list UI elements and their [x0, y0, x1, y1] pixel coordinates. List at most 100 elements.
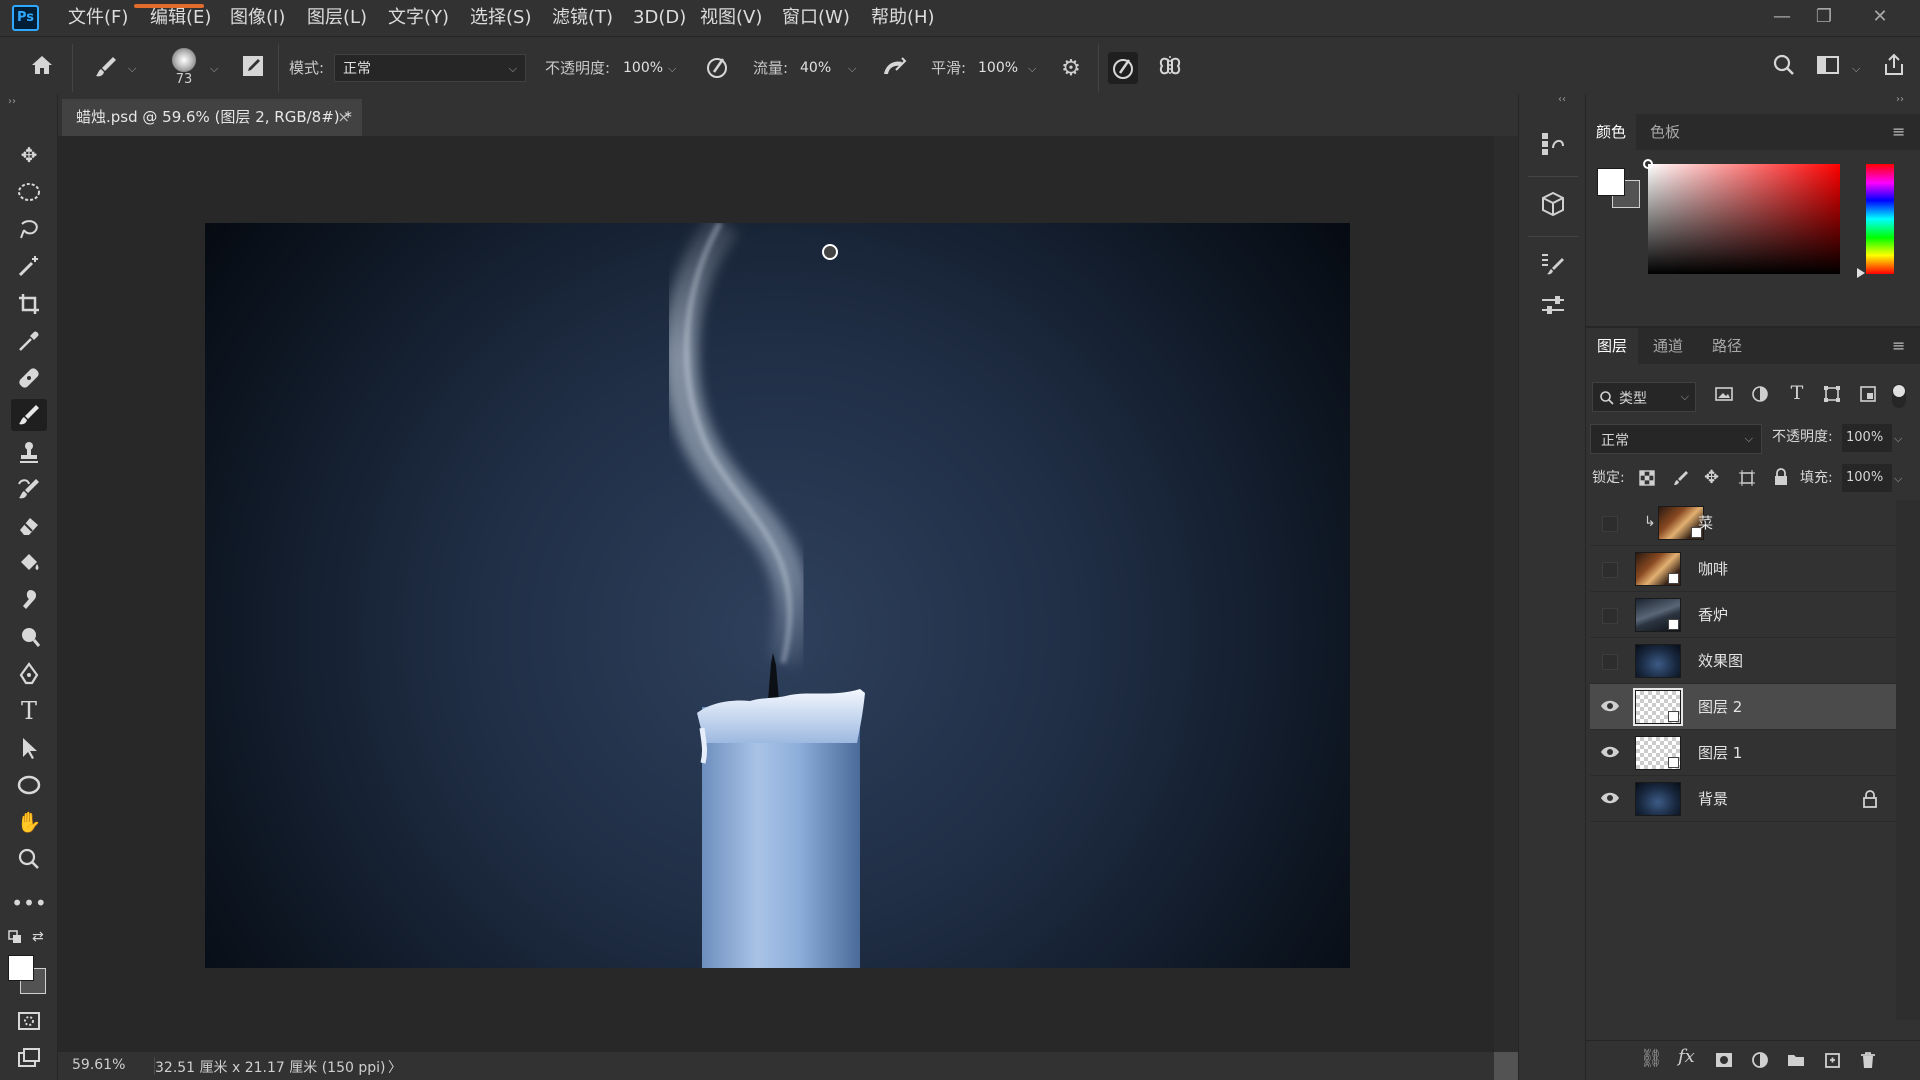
- color-picker-field[interactable]: [1648, 164, 1840, 274]
- swap-colors-icon[interactable]: ⇄: [32, 929, 44, 945]
- share-icon[interactable]: [1878, 52, 1910, 84]
- quick-mask-icon[interactable]: [11, 1005, 47, 1037]
- layer-row[interactable]: 效果图: [1590, 638, 1896, 684]
- layer-name[interactable]: 菜: [1698, 500, 1713, 546]
- menu-filter[interactable]: 滤镜(T): [552, 0, 613, 36]
- move-tool-icon[interactable]: ✥: [11, 139, 47, 171]
- hand-tool-icon[interactable]: ✋: [11, 806, 47, 838]
- layer-row[interactable]: 香炉: [1590, 592, 1896, 638]
- layer-row[interactable]: 图层 2: [1590, 684, 1896, 730]
- brush-presets-panel-icon[interactable]: [1536, 250, 1570, 284]
- menu-file[interactable]: 文件(F): [68, 0, 128, 36]
- zoom-tool-icon[interactable]: [11, 843, 47, 875]
- lock-artboard-icon[interactable]: [1738, 469, 1758, 489]
- filter-shape-layers-icon[interactable]: [1822, 384, 1844, 408]
- screen-mode-icon[interactable]: [11, 1042, 47, 1074]
- filter-toggle[interactable]: [1892, 384, 1906, 408]
- filter-type-layers-icon[interactable]: T: [1786, 382, 1808, 406]
- default-colors-icon[interactable]: [8, 930, 22, 944]
- tab-layers[interactable]: 图层: [1586, 328, 1638, 364]
- home-icon[interactable]: [26, 52, 58, 84]
- ellipse-marquee-tool-icon[interactable]: [11, 176, 47, 208]
- delete-layer-icon[interactable]: [1858, 1050, 1878, 1070]
- close-tab-icon[interactable]: ×: [337, 99, 350, 136]
- lock-image-pixels-icon[interactable]: [1672, 469, 1692, 489]
- lock-all-icon[interactable]: [1772, 468, 1792, 488]
- chevron-down-icon[interactable]: ⌵: [128, 62, 136, 76]
- menu-window[interactable]: 窗口(W): [782, 0, 850, 36]
- pressure-opacity-icon[interactable]: [702, 54, 732, 84]
- hue-slider-handle-icon[interactable]: [1857, 268, 1865, 278]
- vertical-scrollbar[interactable]: [1494, 136, 1518, 1052]
- adjustments-panel-icon[interactable]: [1536, 292, 1570, 326]
- chevron-down-icon[interactable]: ⌵: [1028, 62, 1036, 76]
- menu-image[interactable]: 图像(I): [230, 0, 285, 36]
- symmetry-icon[interactable]: [1154, 52, 1186, 84]
- layer-filter-dropdown[interactable]: 类型 ⌵: [1592, 382, 1696, 412]
- minimize-icon[interactable]: —: [1762, 4, 1802, 30]
- menu-3d[interactable]: 3D(D): [633, 0, 686, 36]
- gear-icon[interactable]: ⚙: [1056, 54, 1086, 84]
- chevron-down-icon[interactable]: ⌵: [1852, 62, 1860, 76]
- collapse-left-icon[interactable]: ‹‹: [1558, 94, 1566, 105]
- hue-slider[interactable]: [1866, 164, 1894, 274]
- chevron-down-icon[interactable]: ⌵: [668, 62, 676, 76]
- status-arrow-icon[interactable]: 〉: [388, 1057, 402, 1077]
- healing-brush-tool-icon[interactable]: [11, 362, 47, 394]
- new-group-icon[interactable]: [1786, 1050, 1806, 1070]
- new-adjustment-layer-icon[interactable]: [1750, 1050, 1770, 1070]
- smudge-tool-icon[interactable]: [11, 584, 47, 616]
- visibility-toggle[interactable]: [1602, 608, 1618, 624]
- close-window-icon[interactable]: ✕: [1860, 4, 1900, 30]
- tab-color[interactable]: 颜色: [1586, 114, 1636, 150]
- brush-preview[interactable]: [172, 48, 196, 72]
- layer-name[interactable]: 咖啡: [1698, 546, 1728, 592]
- layer-name[interactable]: 背景: [1698, 776, 1728, 822]
- lasso-tool-icon[interactable]: [11, 213, 47, 245]
- chevron-down-icon[interactable]: ⌵: [1894, 432, 1902, 446]
- panel-menu-icon[interactable]: ≡: [1892, 336, 1905, 355]
- menu-select[interactable]: 选择(S): [470, 0, 531, 36]
- layer-thumbnail[interactable]: [1635, 736, 1681, 770]
- magic-wand-tool-icon[interactable]: [11, 250, 47, 282]
- blend-mode-dropdown[interactable]: 正常 ⌵: [1590, 424, 1762, 454]
- brush-settings-icon[interactable]: [238, 54, 268, 84]
- layer-name[interactable]: 香炉: [1698, 592, 1728, 638]
- candle-image-canvas[interactable]: [205, 223, 1350, 968]
- clone-stamp-tool-icon[interactable]: [11, 436, 47, 468]
- lock-position-icon[interactable]: ✥: [1704, 467, 1726, 489]
- eraser-tool-icon[interactable]: [11, 510, 47, 542]
- filter-smart-objects-icon[interactable]: [1858, 384, 1880, 408]
- chevron-down-icon[interactable]: ⌵: [848, 62, 856, 76]
- layer-row[interactable]: 背景: [1590, 776, 1896, 822]
- layer-row[interactable]: 图层 1: [1590, 730, 1896, 776]
- layer-thumbnail[interactable]: [1635, 598, 1681, 632]
- pressure-size-icon[interactable]: [1108, 52, 1138, 84]
- dodge-tool-icon[interactable]: [11, 621, 47, 653]
- search-icon[interactable]: [1768, 52, 1800, 84]
- tab-paths[interactable]: 路径: [1712, 328, 1742, 364]
- filter-adjustment-layers-icon[interactable]: [1750, 384, 1772, 408]
- menu-layer[interactable]: 图层(L): [307, 0, 367, 36]
- color-picker-handle[interactable]: [1643, 159, 1653, 169]
- layer-opacity-input[interactable]: 100%: [1842, 424, 1892, 452]
- brush-tool-icon[interactable]: [90, 54, 122, 84]
- panel-menu-icon[interactable]: ≡: [1892, 122, 1905, 141]
- color-panel-foreground-swatch[interactable]: [1597, 168, 1625, 196]
- paint-bucket-tool-icon[interactable]: [11, 547, 47, 579]
- mode-dropdown[interactable]: 正常 ⌵: [334, 54, 526, 82]
- workspace-layout-icon[interactable]: [1812, 52, 1844, 84]
- foreground-color-swatch[interactable]: [8, 955, 34, 981]
- collapse-right-icon[interactable]: ››: [1896, 94, 1904, 105]
- link-layers-icon[interactable]: ⛓: [1640, 1048, 1664, 1072]
- path-selection-tool-icon[interactable]: [11, 732, 47, 764]
- 3d-panel-icon[interactable]: [1536, 190, 1570, 224]
- tab-swatches[interactable]: 色板: [1650, 114, 1680, 150]
- eyedropper-tool-icon[interactable]: [11, 325, 47, 357]
- fill-input[interactable]: 100%: [1842, 464, 1892, 492]
- new-layer-icon[interactable]: [1822, 1050, 1842, 1070]
- restore-icon[interactable]: ❐: [1804, 4, 1844, 30]
- layer-name[interactable]: 图层 2: [1698, 684, 1742, 730]
- flow-input[interactable]: 40%: [792, 54, 852, 82]
- brush-tool-icon[interactable]: [11, 399, 47, 431]
